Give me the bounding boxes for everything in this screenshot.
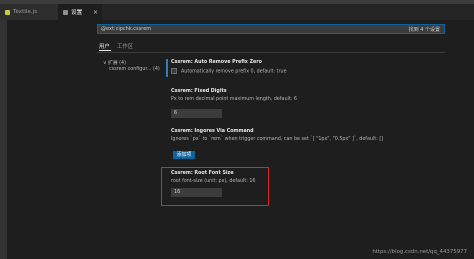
toc-item-cssrem[interactable]: cssrem configur... (4) — [109, 67, 160, 72]
add-item-button[interactable]: 添加项 — [173, 151, 195, 159]
setting-description: Px to rem decimal point maximum length, … — [171, 97, 297, 102]
divider — [97, 52, 445, 53]
setting-auto-remove-prefix-zero: Cssrem: Auto Remove Prefix Zero Automati… — [171, 60, 287, 75]
setting-title: Cssrem: Root Font Size — [171, 171, 234, 176]
search-value: @ext:cipchk.cssrem — [101, 26, 152, 32]
tab-label: Textile.js — [13, 9, 38, 15]
close-icon[interactable]: × — [93, 9, 98, 16]
settings-search-input[interactable]: @ext:cipchk.cssrem 找到 4 个设置 — [97, 24, 445, 34]
setting-description: Ignores `px` to `rem` when trigger comma… — [171, 137, 384, 142]
setting-title: Cssrem: Ingores Via Command — [171, 129, 254, 134]
tab-user-scope[interactable]: 用户 — [99, 42, 110, 50]
setting-ingores-via-command: Cssrem: Ingores Via Command Ignores `px`… — [171, 129, 383, 142]
scrollbar[interactable] — [467, 20, 474, 259]
root-font-size-input[interactable]: 16 — [171, 188, 222, 197]
auto-remove-checkbox[interactable] — [171, 68, 177, 74]
watermark: https://blog.csdn.net/qq_44375977 — [372, 249, 467, 255]
setting-description: Automatically remove prefix 0, default: … — [181, 69, 287, 75]
setting-fixed-digits: Cssrem: Fixed Digits Px to rem decimal p… — [171, 89, 297, 102]
js-file-icon — [5, 9, 10, 15]
tab-workspace-scope[interactable]: 工作区 — [117, 42, 133, 50]
settings-file-icon — [63, 9, 68, 15]
active-scope-indicator — [99, 50, 111, 51]
tab-label: 设置 — [71, 10, 83, 16]
setting-focus-indicator — [166, 59, 168, 77]
fixed-digits-input[interactable]: 6 — [171, 109, 222, 118]
activity-bar — [0, 20, 7, 259]
setting-description: root font-size (unit: px), default: 16 — [171, 179, 256, 184]
search-result-count: 找到 4 个设置 — [408, 27, 440, 33]
setting-root-font-size: Cssrem: Root Font Size root font-size (u… — [171, 171, 255, 184]
editor-tab-bar: Textile.js 设置 × — [0, 4, 474, 20]
tab-textile-js[interactable]: Textile.js — [0, 4, 58, 20]
toc-group-extensions[interactable]: ∨ 扩展 (4) — [103, 59, 126, 66]
tab-settings[interactable]: 设置 × — [58, 4, 102, 20]
setting-title: Cssrem: Fixed Digits — [171, 89, 227, 94]
setting-title: Cssrem: Auto Remove Prefix Zero — [171, 60, 262, 65]
